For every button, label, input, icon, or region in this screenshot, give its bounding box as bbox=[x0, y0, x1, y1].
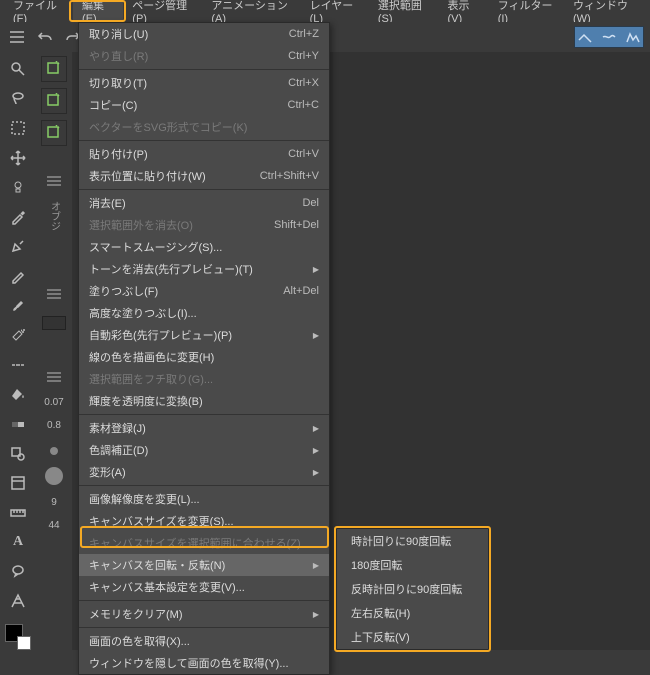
value-2: 0.8 bbox=[47, 420, 61, 431]
menu-編集[interactable]: 編集(E) bbox=[73, 0, 123, 22]
menu-ページ管理[interactable]: ページ管理(P) bbox=[123, 0, 202, 22]
menuitem[interactable]: キャンバスサイズを変更(S)... bbox=[79, 510, 329, 532]
lasso-tool[interactable] bbox=[5, 86, 31, 112]
edit-menu-dropdown: 取り消し(U)Ctrl+Zやり直し(R)Ctrl+Y 切り取り(T)Ctrl+Xコ… bbox=[78, 22, 330, 675]
menuitem[interactable]: 貼り付け(P)Ctrl+V bbox=[79, 143, 329, 165]
brush-preview-dot bbox=[50, 447, 58, 455]
text-tool[interactable]: A bbox=[5, 530, 31, 556]
sub-tool-strip: オブジ 0.07 0.8 9 44 bbox=[36, 52, 72, 650]
eyedropper-tool[interactable] bbox=[5, 204, 31, 230]
subtool-1[interactable] bbox=[41, 56, 67, 82]
menu-レイヤー[interactable]: レイヤー(L) bbox=[301, 0, 369, 22]
menuitem[interactable]: メモリをクリア(M)▶ bbox=[79, 603, 329, 625]
menuitem[interactable]: キャンバスを回転・反転(N)▶ bbox=[79, 554, 329, 576]
move-tool[interactable] bbox=[5, 145, 31, 171]
menuitem[interactable]: 高度な塗りつぶし(I)... bbox=[79, 302, 329, 324]
submenu-item[interactable]: 反時計回りに90度回転 bbox=[337, 577, 488, 601]
hamburger-icon-3[interactable] bbox=[47, 289, 61, 302]
submenu-item[interactable]: 左右反転(H) bbox=[337, 601, 488, 625]
airbrush-tool[interactable] bbox=[5, 322, 31, 348]
pencil-tool[interactable] bbox=[5, 263, 31, 289]
subtool-2[interactable] bbox=[41, 88, 67, 114]
dash-tool[interactable] bbox=[5, 352, 31, 378]
frame-tool[interactable] bbox=[5, 470, 31, 496]
menuitem[interactable]: 切り取り(T)Ctrl+X bbox=[79, 72, 329, 94]
menu-フィルター[interactable]: フィルター(I) bbox=[489, 0, 564, 22]
menu-ウィンドウ[interactable]: ウィンドウ(W) bbox=[564, 0, 646, 22]
slider-1[interactable] bbox=[42, 316, 66, 330]
menu-選択範囲[interactable]: 選択範囲(S) bbox=[369, 0, 439, 22]
menuitem[interactable]: ウィンドウを隠して画面の色を取得(Y)... bbox=[79, 652, 329, 674]
menuitem[interactable]: コピー(C)Ctrl+C bbox=[79, 94, 329, 116]
rotate-flip-submenu: 時計回りに90度回転180度回転反時計回りに90度回転左右反転(H)上下反転(V… bbox=[336, 528, 489, 650]
hamburger-icon[interactable] bbox=[6, 26, 28, 48]
menuitem[interactable]: 画像解像度を変更(L)... bbox=[79, 488, 329, 510]
menuitem[interactable]: トーンを消去(先行プレビュー)(T)▶ bbox=[79, 258, 329, 280]
menubar: ファイル(F)編集(E)ページ管理(P)アニメーション(A)レイヤー(L)選択範… bbox=[0, 0, 650, 22]
bucket-tool[interactable] bbox=[5, 382, 31, 408]
marquee-tool[interactable] bbox=[5, 115, 31, 141]
value-1: 0.07 bbox=[44, 397, 63, 408]
shape-tool[interactable] bbox=[5, 441, 31, 467]
menuitem[interactable]: 素材登録(J)▶ bbox=[79, 417, 329, 439]
submenu-item[interactable]: 上下反転(V) bbox=[337, 625, 488, 649]
value-4: 44 bbox=[48, 520, 59, 531]
menu-アニメーション[interactable]: アニメーション(A) bbox=[202, 0, 300, 22]
ruler-tool[interactable] bbox=[5, 500, 31, 526]
menuitem: 選択範囲をフチ取り(G)... bbox=[79, 368, 329, 390]
menuitem[interactable]: 自動彩色(先行プレビュー)(P)▶ bbox=[79, 324, 329, 346]
menuitem: ベクターをSVG形式でコピー(K) bbox=[79, 116, 329, 138]
balloon-tool[interactable] bbox=[5, 559, 31, 585]
tool-palette: A bbox=[0, 52, 36, 650]
brush-tool[interactable] bbox=[5, 293, 31, 319]
color-swatch[interactable] bbox=[5, 624, 31, 650]
undo-icon[interactable] bbox=[34, 26, 56, 48]
hamburger-icon-4[interactable] bbox=[47, 372, 61, 385]
brush-preview-dot-large bbox=[45, 467, 63, 485]
submenu-item[interactable]: 時計回りに90度回転 bbox=[337, 529, 488, 553]
menuitem[interactable]: 画面の色を取得(X)... bbox=[79, 630, 329, 652]
menuitem[interactable]: 消去(E)Del bbox=[79, 192, 329, 214]
gradient-tool[interactable] bbox=[5, 411, 31, 437]
menuitem[interactable]: 線の色を描画色に変更(H) bbox=[79, 346, 329, 368]
menuitem[interactable]: 塗りつぶし(F)Alt+Del bbox=[79, 280, 329, 302]
menuitem[interactable]: 輝度を透明度に変換(B) bbox=[79, 390, 329, 412]
menuitem: 選択範囲外を消去(O)Shift+Del bbox=[79, 214, 329, 236]
menuitem[interactable]: スマートスムージング(S)... bbox=[79, 236, 329, 258]
menu-表示[interactable]: 表示(V) bbox=[438, 0, 488, 22]
light-tool[interactable] bbox=[5, 174, 31, 200]
magnify-tool[interactable] bbox=[5, 56, 31, 82]
subtool-3[interactable] bbox=[41, 120, 67, 146]
menuitem[interactable]: 取り消し(U)Ctrl+Z bbox=[79, 23, 329, 45]
view-mode-group[interactable] bbox=[574, 26, 644, 48]
hamburger-icon-2[interactable] bbox=[47, 176, 61, 189]
menuitem: やり直し(R)Ctrl+Y bbox=[79, 45, 329, 67]
menuitem[interactable]: 表示位置に貼り付け(W)Ctrl+Shift+V bbox=[79, 165, 329, 187]
subtool-label: オブジ bbox=[47, 201, 62, 231]
submenu-item[interactable]: 180度回転 bbox=[337, 553, 488, 577]
menuitem[interactable]: 色調補正(D)▶ bbox=[79, 439, 329, 461]
value-3: 9 bbox=[51, 497, 57, 508]
menu-ファイル[interactable]: ファイル(F) bbox=[4, 0, 73, 22]
menuitem[interactable]: キャンバス基本設定を変更(V)... bbox=[79, 576, 329, 598]
menuitem: キャンバスサイズを選択範囲に合わせる(Z) bbox=[79, 532, 329, 554]
pen-tool[interactable] bbox=[5, 234, 31, 260]
menuitem[interactable]: 変形(A)▶ bbox=[79, 461, 329, 483]
perspective-tool[interactable] bbox=[5, 589, 31, 615]
